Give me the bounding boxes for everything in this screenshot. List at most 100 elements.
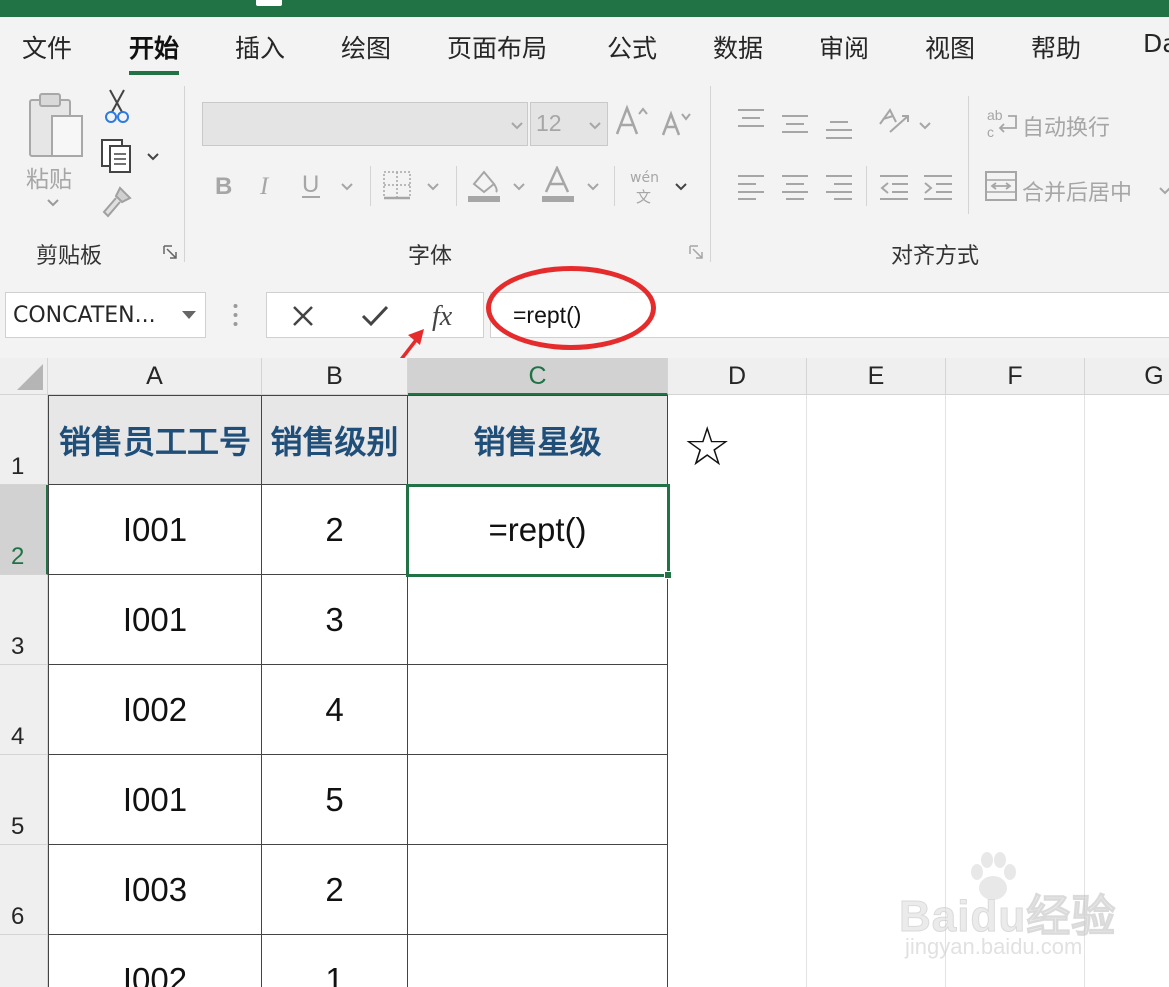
cell-b2[interactable]: 2 (262, 485, 408, 575)
underline-icon[interactable]: U (300, 170, 324, 200)
row-header-7[interactable]: 7 (0, 935, 48, 987)
tab-formulas[interactable]: 公式 (607, 29, 657, 65)
name-box[interactable]: CONCATEN... (5, 292, 206, 338)
column-header-b[interactable]: B (262, 358, 408, 395)
phonetic-top: wén (630, 170, 659, 186)
align-bottom-icon[interactable] (824, 114, 854, 142)
increase-font-icon[interactable] (614, 104, 650, 138)
tab-draw[interactable]: 绘图 (341, 29, 391, 65)
group-divider (184, 86, 185, 262)
borders-dropdown-icon[interactable] (426, 182, 440, 191)
font-color-dropdown-icon[interactable] (586, 182, 600, 191)
format-painter-icon[interactable] (100, 184, 134, 218)
cell-b6[interactable]: 2 (262, 845, 408, 935)
paste-label[interactable]: 粘贴 (26, 160, 72, 194)
tab-data-extra[interactable]: Da (1143, 29, 1169, 58)
bold-icon[interactable]: B (213, 172, 235, 198)
increase-indent-icon[interactable] (922, 172, 954, 200)
formula-bar-grip-icon[interactable] (233, 303, 238, 327)
font-size-dropdown-icon[interactable] (588, 121, 602, 130)
cell-a2[interactable]: I001 (48, 485, 262, 575)
cell-c7[interactable] (408, 935, 668, 987)
cell-a3[interactable]: I001 (48, 575, 262, 665)
cell-a7[interactable]: I002 (48, 935, 262, 987)
tab-view[interactable]: 视图 (925, 29, 975, 65)
font-color-icon[interactable] (540, 166, 576, 204)
group-divider (710, 86, 711, 262)
phonetic-dropdown-icon[interactable] (674, 182, 688, 191)
merge-center-label[interactable]: 合并后居中 (1022, 175, 1132, 207)
tab-help[interactable]: 帮助 (1031, 29, 1081, 65)
cell-a4[interactable]: I002 (48, 665, 262, 755)
copy-icon[interactable] (100, 138, 134, 174)
column-header-d[interactable]: D (668, 358, 807, 395)
tab-home[interactable]: 开始 (129, 29, 180, 75)
name-box-dropdown-icon[interactable] (182, 311, 196, 319)
cell-c5[interactable] (408, 755, 668, 845)
row-header-6[interactable]: 6 (0, 845, 48, 935)
decrease-indent-icon[interactable] (878, 172, 910, 200)
paste-dropdown-icon[interactable] (46, 198, 60, 207)
italic-icon[interactable]: I (258, 172, 278, 198)
row-header-3[interactable]: 3 (0, 575, 48, 665)
cancel-icon[interactable] (291, 305, 315, 327)
column-header-c[interactable]: C (408, 358, 668, 395)
cut-icon[interactable] (104, 88, 130, 124)
font-launcher-icon[interactable] (688, 244, 705, 261)
decrease-font-icon[interactable] (660, 108, 694, 138)
paste-icon[interactable] (26, 92, 88, 168)
tab-insert[interactable]: 插入 (235, 29, 285, 65)
column-header-g[interactable]: G (1085, 358, 1169, 395)
underline-dropdown-icon[interactable] (340, 182, 354, 191)
wrap-text-label[interactable]: 自动换行 (1022, 110, 1110, 142)
cell-b4[interactable]: 4 (262, 665, 408, 755)
copy-dropdown-icon[interactable] (146, 152, 160, 161)
font-name-dropdown-icon[interactable] (510, 121, 524, 130)
wrap-text-icon[interactable]: abc (986, 106, 1020, 140)
cell-c6[interactable] (408, 845, 668, 935)
align-right-icon[interactable] (824, 172, 854, 200)
row-header-5[interactable]: 5 (0, 755, 48, 845)
cell-b5[interactable]: 5 (262, 755, 408, 845)
merge-dropdown-icon[interactable] (1158, 186, 1169, 195)
tab-data[interactable]: 数据 (713, 29, 763, 65)
fill-color-dropdown-icon[interactable] (512, 182, 526, 191)
fill-handle[interactable] (664, 571, 672, 579)
select-all-button[interactable] (0, 358, 48, 395)
cell-c1[interactable]: 销售星级 (408, 395, 668, 485)
cell-b7[interactable]: 1 (262, 935, 408, 987)
divider (614, 166, 615, 206)
align-top-icon[interactable] (736, 106, 766, 134)
cell-b3[interactable]: 3 (262, 575, 408, 665)
column-header-a[interactable]: A (48, 358, 262, 395)
cell-a1[interactable]: 销售员工工号 (48, 395, 262, 485)
row-header-1[interactable]: 1 (0, 395, 48, 485)
tab-review[interactable]: 审阅 (819, 29, 869, 65)
svg-text:U: U (302, 171, 319, 198)
cell-c2[interactable]: =rept() (408, 485, 668, 575)
row-header-2[interactable]: 2 (0, 485, 48, 575)
insert-function-icon[interactable]: fx (431, 299, 463, 333)
cell-b1[interactable]: 销售级别 (262, 395, 408, 485)
column-header-e[interactable]: E (807, 358, 946, 395)
cell-a6[interactable]: I003 (48, 845, 262, 935)
orientation-dropdown-icon[interactable] (918, 121, 932, 130)
clipboard-launcher-icon[interactable] (162, 244, 179, 261)
merge-center-icon[interactable] (984, 170, 1018, 202)
column-header-f[interactable]: F (946, 358, 1085, 395)
tab-file[interactable]: 文件 (22, 29, 72, 65)
align-left-icon[interactable] (736, 172, 766, 200)
tab-page-layout[interactable]: 页面布局 (447, 29, 547, 65)
row-header-4[interactable]: 4 (0, 665, 48, 755)
font-name-combo[interactable] (202, 102, 528, 146)
cell-d1-star[interactable]: ☆ (683, 420, 731, 474)
align-center-icon[interactable] (780, 172, 810, 200)
cell-a5[interactable]: I001 (48, 755, 262, 845)
document-icon (256, 0, 282, 6)
cell-c3[interactable] (408, 575, 668, 665)
borders-icon[interactable] (382, 170, 412, 200)
cell-c4[interactable] (408, 665, 668, 755)
fill-color-icon[interactable] (466, 166, 502, 204)
orientation-icon[interactable] (876, 104, 912, 138)
align-middle-icon[interactable] (780, 110, 810, 138)
